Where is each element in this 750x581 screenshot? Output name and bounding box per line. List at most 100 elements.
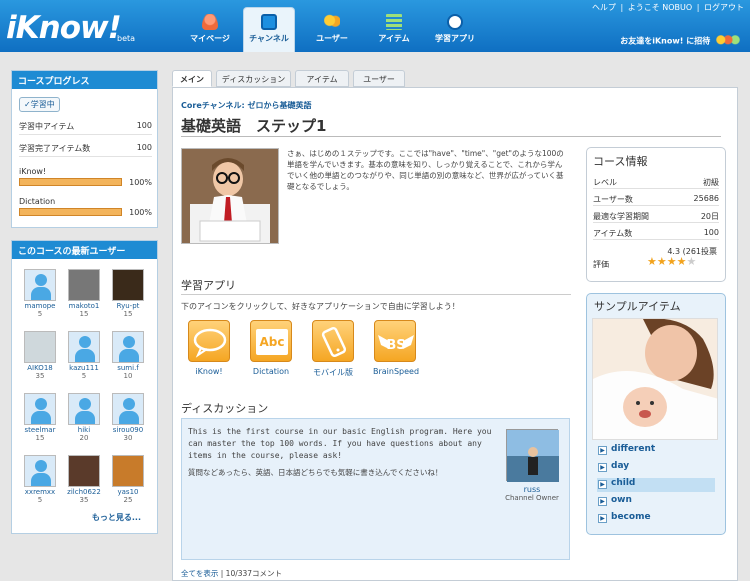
user-name[interactable]: yas10 [109, 488, 147, 496]
nav-mypage[interactable]: マイページ [183, 10, 237, 50]
user-name[interactable]: steelmar [21, 426, 59, 434]
invite-link[interactable]: お友達をiKnow! に招待 [620, 35, 740, 47]
user-cell[interactable]: AIKO18 35 [21, 331, 59, 380]
page-title: 基礎英語 ステップ1 [181, 117, 327, 135]
nav-channel[interactable]: チャンネル [243, 7, 295, 52]
user-avatar[interactable] [112, 455, 144, 487]
users-title: このコースの最新ユーザー [12, 241, 157, 259]
channel-owner[interactable]: russ Channel Owner [504, 429, 560, 502]
info-row: 最適な学習期間 20日 [593, 208, 719, 223]
user-avatar[interactable] [112, 393, 144, 425]
nav-users[interactable]: ユーザー [305, 10, 359, 50]
info-row: ユーザー数 25686 [593, 191, 719, 206]
app-brainspeed[interactable]: BS BrainSpeed [373, 320, 419, 376]
progress-bar [19, 208, 122, 216]
logo[interactable]: iKnow! [6, 10, 122, 46]
play-icon[interactable]: ▶ [598, 497, 607, 506]
play-icon[interactable]: ▶ [598, 463, 607, 472]
breadcrumb[interactable]: Coreチャンネル: ゼロから基礎英語 [181, 100, 311, 111]
user-count: 35 [35, 372, 45, 380]
star-icon: ★ [647, 255, 657, 268]
tab-discussion[interactable]: ディスカッション [216, 70, 291, 87]
info-value: 25686 [693, 194, 719, 203]
user-name[interactable]: sumi.f [109, 364, 147, 372]
help-link[interactable]: ヘルプ [592, 3, 616, 12]
nav-items[interactable]: アイテム [367, 10, 421, 50]
progress-label: 学習完了アイテム数 [19, 144, 91, 153]
studying-badge[interactable]: ✓学習中 [19, 97, 60, 112]
users-icon [324, 14, 340, 30]
user-cell[interactable]: sumi.f 10 [109, 331, 147, 380]
user-avatar[interactable] [68, 331, 100, 363]
user-avatar[interactable] [68, 393, 100, 425]
user-name[interactable]: mamope [21, 302, 59, 310]
owner-role: Channel Owner [505, 494, 559, 502]
header: iKnow! beta マイページ チャンネル ユーザー アイテム 学習アプリ … [0, 0, 750, 52]
logo-beta: beta [117, 34, 136, 43]
nav-label: アイテム [378, 34, 410, 43]
user-cell[interactable]: makoto1 15 [65, 269, 103, 318]
user-avatar[interactable] [112, 331, 144, 363]
invite-people-icon [716, 35, 740, 47]
progress-row: 学習完了アイテム数 100 [19, 143, 152, 157]
user-cell[interactable]: steelmar 15 [21, 393, 59, 442]
owner-name[interactable]: russ [504, 485, 560, 494]
app-dictation[interactable]: Abc Dictation [249, 320, 293, 376]
nav-apps[interactable]: 学習アプリ [428, 10, 482, 50]
brainspeed-icon: BS [374, 320, 416, 362]
play-icon[interactable]: ▶ [598, 446, 607, 455]
user-avatar[interactable] [68, 269, 100, 301]
user-avatar[interactable] [68, 455, 100, 487]
app-mobile[interactable]: モバイル版 [311, 320, 355, 378]
user-cell[interactable]: kazu111 5 [65, 331, 103, 380]
tab-users[interactable]: ユーザー [353, 70, 405, 87]
play-icon[interactable]: ▶ [598, 480, 607, 489]
user-name[interactable]: hiki [65, 426, 103, 434]
user-cell[interactable]: zilch0622 35 [65, 455, 103, 504]
more-users-link[interactable]: もっと見る... [92, 512, 141, 523]
sample-word[interactable]: ▶ child [597, 478, 715, 492]
info-row: レベル 初級 [593, 174, 719, 189]
tab-main[interactable]: メイン [172, 70, 212, 87]
progress-bar [19, 178, 122, 186]
play-icon[interactable]: ▶ [598, 514, 607, 523]
user-cell[interactable]: hiki 20 [65, 393, 103, 442]
star-icon: ★ [666, 255, 677, 268]
nav-label: 学習アプリ [435, 34, 475, 43]
user-name[interactable]: sirou090 [109, 426, 147, 434]
logout-link[interactable]: ログアウト [704, 3, 744, 12]
invite-label: お友達をiKnow! に招待 [620, 36, 711, 46]
sample-word-label: child [611, 478, 636, 488]
user-count: 30 [123, 434, 133, 442]
user-cell[interactable]: yas10 25 [109, 455, 147, 504]
user-avatar[interactable] [24, 331, 56, 363]
info-value: 100 [703, 228, 719, 237]
user-avatar[interactable] [24, 455, 56, 487]
abc-text: Abc [256, 329, 288, 355]
sample-word[interactable]: ▶ own [597, 495, 715, 509]
star-icon: ★ [686, 255, 697, 268]
app-iknow[interactable]: iKnow! [187, 320, 231, 376]
user-name[interactable]: kazu111 [65, 364, 103, 372]
sample-word[interactable]: ▶ become [597, 512, 715, 526]
tab-items[interactable]: アイテム [295, 70, 349, 87]
show-all-link[interactable]: 全てを表示 [181, 569, 218, 578]
user-cell[interactable]: mamope 5 [21, 269, 59, 318]
sample-word[interactable]: ▶ day [597, 461, 715, 475]
user-cell[interactable]: Ryu-pt 15 [109, 269, 147, 318]
user-name[interactable]: Ryu-pt [109, 302, 147, 310]
sample-word[interactable]: ▶ different [597, 444, 715, 458]
user-name[interactable]: zilch0622 [65, 488, 103, 496]
user-cell[interactable]: sirou090 30 [109, 393, 147, 442]
user-avatar[interactable] [24, 269, 56, 301]
discussion-footer: 全てを表示 | 10/337コメント [181, 568, 282, 579]
owner-avatar[interactable] [506, 429, 559, 482]
user-name[interactable]: xxremxx [21, 488, 59, 496]
user-name[interactable]: AIKO18 [21, 364, 59, 372]
user-name[interactable]: makoto1 [65, 302, 103, 310]
progress-title: コースプログレス [12, 71, 157, 89]
user-avatar[interactable] [24, 393, 56, 425]
user-count: 15 [35, 434, 45, 442]
user-avatar[interactable] [112, 269, 144, 301]
user-cell[interactable]: xxremxx 5 [21, 455, 59, 504]
